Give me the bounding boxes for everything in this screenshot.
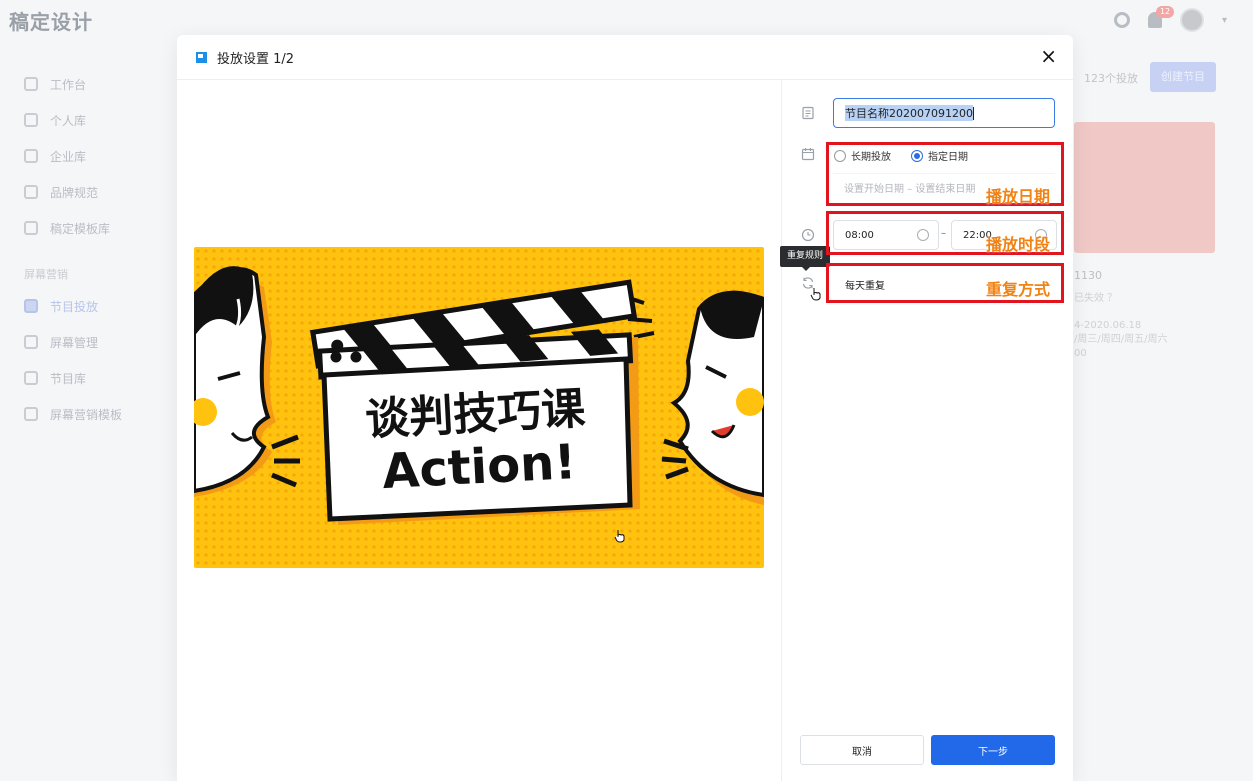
text-caret bbox=[972, 106, 974, 120]
program-name-selected-text: 节目名称202007091200 bbox=[845, 105, 973, 121]
annotation-label-repeat-mode: 重复方式 bbox=[986, 280, 1051, 299]
notification-badge: 12 bbox=[1155, 6, 1175, 18]
sidebar-item-program-library[interactable]: 节目库 bbox=[24, 360, 174, 396]
program-card-meta-line: 00 bbox=[1074, 348, 1087, 359]
sidebar-item-workbench[interactable]: 工作台 bbox=[24, 66, 174, 102]
gear-icon[interactable] bbox=[1113, 12, 1130, 28]
app-logo: 稿定设计 bbox=[9, 10, 93, 34]
folder-icon bbox=[24, 371, 38, 385]
screen-icon bbox=[24, 335, 38, 349]
clock-icon bbox=[801, 228, 815, 242]
enterprise-icon bbox=[24, 149, 38, 163]
sidebar-item-template-library[interactable]: 稿定模板库 bbox=[24, 210, 174, 246]
program-card-meta-line: 4-2020.06.18 bbox=[1074, 320, 1142, 331]
program-preview-image: 谈判技巧课 Action! bbox=[194, 247, 764, 568]
repeat-rule-tooltip: 重复规则 bbox=[780, 246, 831, 271]
sidebar-item-screen-management[interactable]: 屏幕管理 bbox=[24, 324, 174, 360]
next-step-button[interactable]: 下一步 bbox=[931, 735, 1055, 765]
close-icon[interactable]: × bbox=[1040, 46, 1057, 66]
bell-icon[interactable]: 12 bbox=[1147, 6, 1175, 28]
sidebar-item-program-delivery[interactable]: 节目投放 bbox=[24, 288, 174, 324]
sidebar-item-enterprise-library[interactable]: 企业库 bbox=[24, 138, 174, 174]
brand-icon bbox=[24, 185, 38, 199]
cancel-button[interactable]: 取消 bbox=[800, 735, 924, 765]
library-icon bbox=[24, 113, 38, 127]
sidebar-item-brand-guide[interactable]: 品牌规范 bbox=[24, 174, 174, 210]
play-icon bbox=[24, 299, 38, 313]
delivery-count: 123个投放 bbox=[1084, 72, 1138, 85]
document-icon bbox=[802, 106, 814, 120]
annotation-label-play-period: 播放时段 bbox=[986, 235, 1051, 254]
preview-illustration: 谈判技巧课 Action! bbox=[194, 247, 764, 568]
workbench-icon bbox=[24, 77, 38, 91]
hand-cursor-icon bbox=[810, 288, 821, 301]
layers-icon bbox=[24, 407, 38, 421]
sidebar-item-label: 屏幕管理 bbox=[50, 335, 99, 350]
preview-subline: Action! bbox=[381, 434, 578, 500]
program-card-meta: 4-2020.06.18 /周三/周四/周五/周六 00 bbox=[1074, 319, 1167, 361]
program-card-status: 已失效 ？ bbox=[1074, 293, 1118, 304]
sidebar: 工作台 个人库 企业库 品牌规范 稿定模板库 屏幕营销 节目投放 屏幕管理 节目… bbox=[24, 66, 174, 432]
sidebar-item-personal-library[interactable]: 个人库 bbox=[24, 102, 174, 138]
program-card-title: 1130 bbox=[1074, 269, 1102, 282]
right-panel-background: 123个投放 创建节目 1130 已失效 ？ 4-2020.06.18 /周三/… bbox=[1074, 62, 1253, 781]
top-right-toolbar: 12 ▾ bbox=[1113, 6, 1227, 32]
modal-title: 投放设置 1/2 bbox=[217, 51, 295, 67]
create-program-button[interactable]: 创建节目 bbox=[1150, 62, 1216, 92]
delivery-icon bbox=[196, 51, 207, 63]
annotation-label-play-date: 播放日期 bbox=[986, 187, 1051, 206]
sidebar-item-label: 工作台 bbox=[50, 77, 87, 92]
chevron-down-icon[interactable]: ▾ bbox=[1222, 15, 1227, 26]
sidebar-item-label: 个人库 bbox=[50, 113, 87, 128]
modal-header: 投放设置 1/2 × bbox=[177, 35, 1073, 80]
avatar[interactable] bbox=[1179, 8, 1204, 32]
pane-divider bbox=[781, 80, 782, 781]
sidebar-item-label: 企业库 bbox=[50, 149, 87, 164]
sidebar-group-label: 屏幕营销 bbox=[24, 268, 68, 281]
program-name-input[interactable]: 节目名称202007091200 bbox=[833, 98, 1055, 128]
delivery-settings-modal: 投放设置 1/2 × 谈判技巧课 Action! 节目名称20200709120… bbox=[177, 35, 1073, 781]
template-icon bbox=[24, 221, 38, 235]
program-card-thumbnail[interactable] bbox=[1074, 122, 1215, 253]
program-card-meta-line: /周三/周四/周五/周六 bbox=[1074, 334, 1168, 345]
hand-cursor-icon bbox=[614, 530, 625, 543]
sidebar-item-screen-templates[interactable]: 屏幕营销模板 bbox=[24, 396, 174, 432]
sidebar-item-label: 节目库 bbox=[50, 371, 87, 386]
sidebar-item-label: 节目投放 bbox=[50, 299, 99, 314]
sidebar-item-label: 稿定模板库 bbox=[50, 221, 111, 236]
calendar-icon bbox=[801, 148, 815, 161]
sidebar-item-label: 屏幕营销模板 bbox=[50, 407, 123, 422]
sidebar-item-label: 品牌规范 bbox=[50, 185, 99, 200]
